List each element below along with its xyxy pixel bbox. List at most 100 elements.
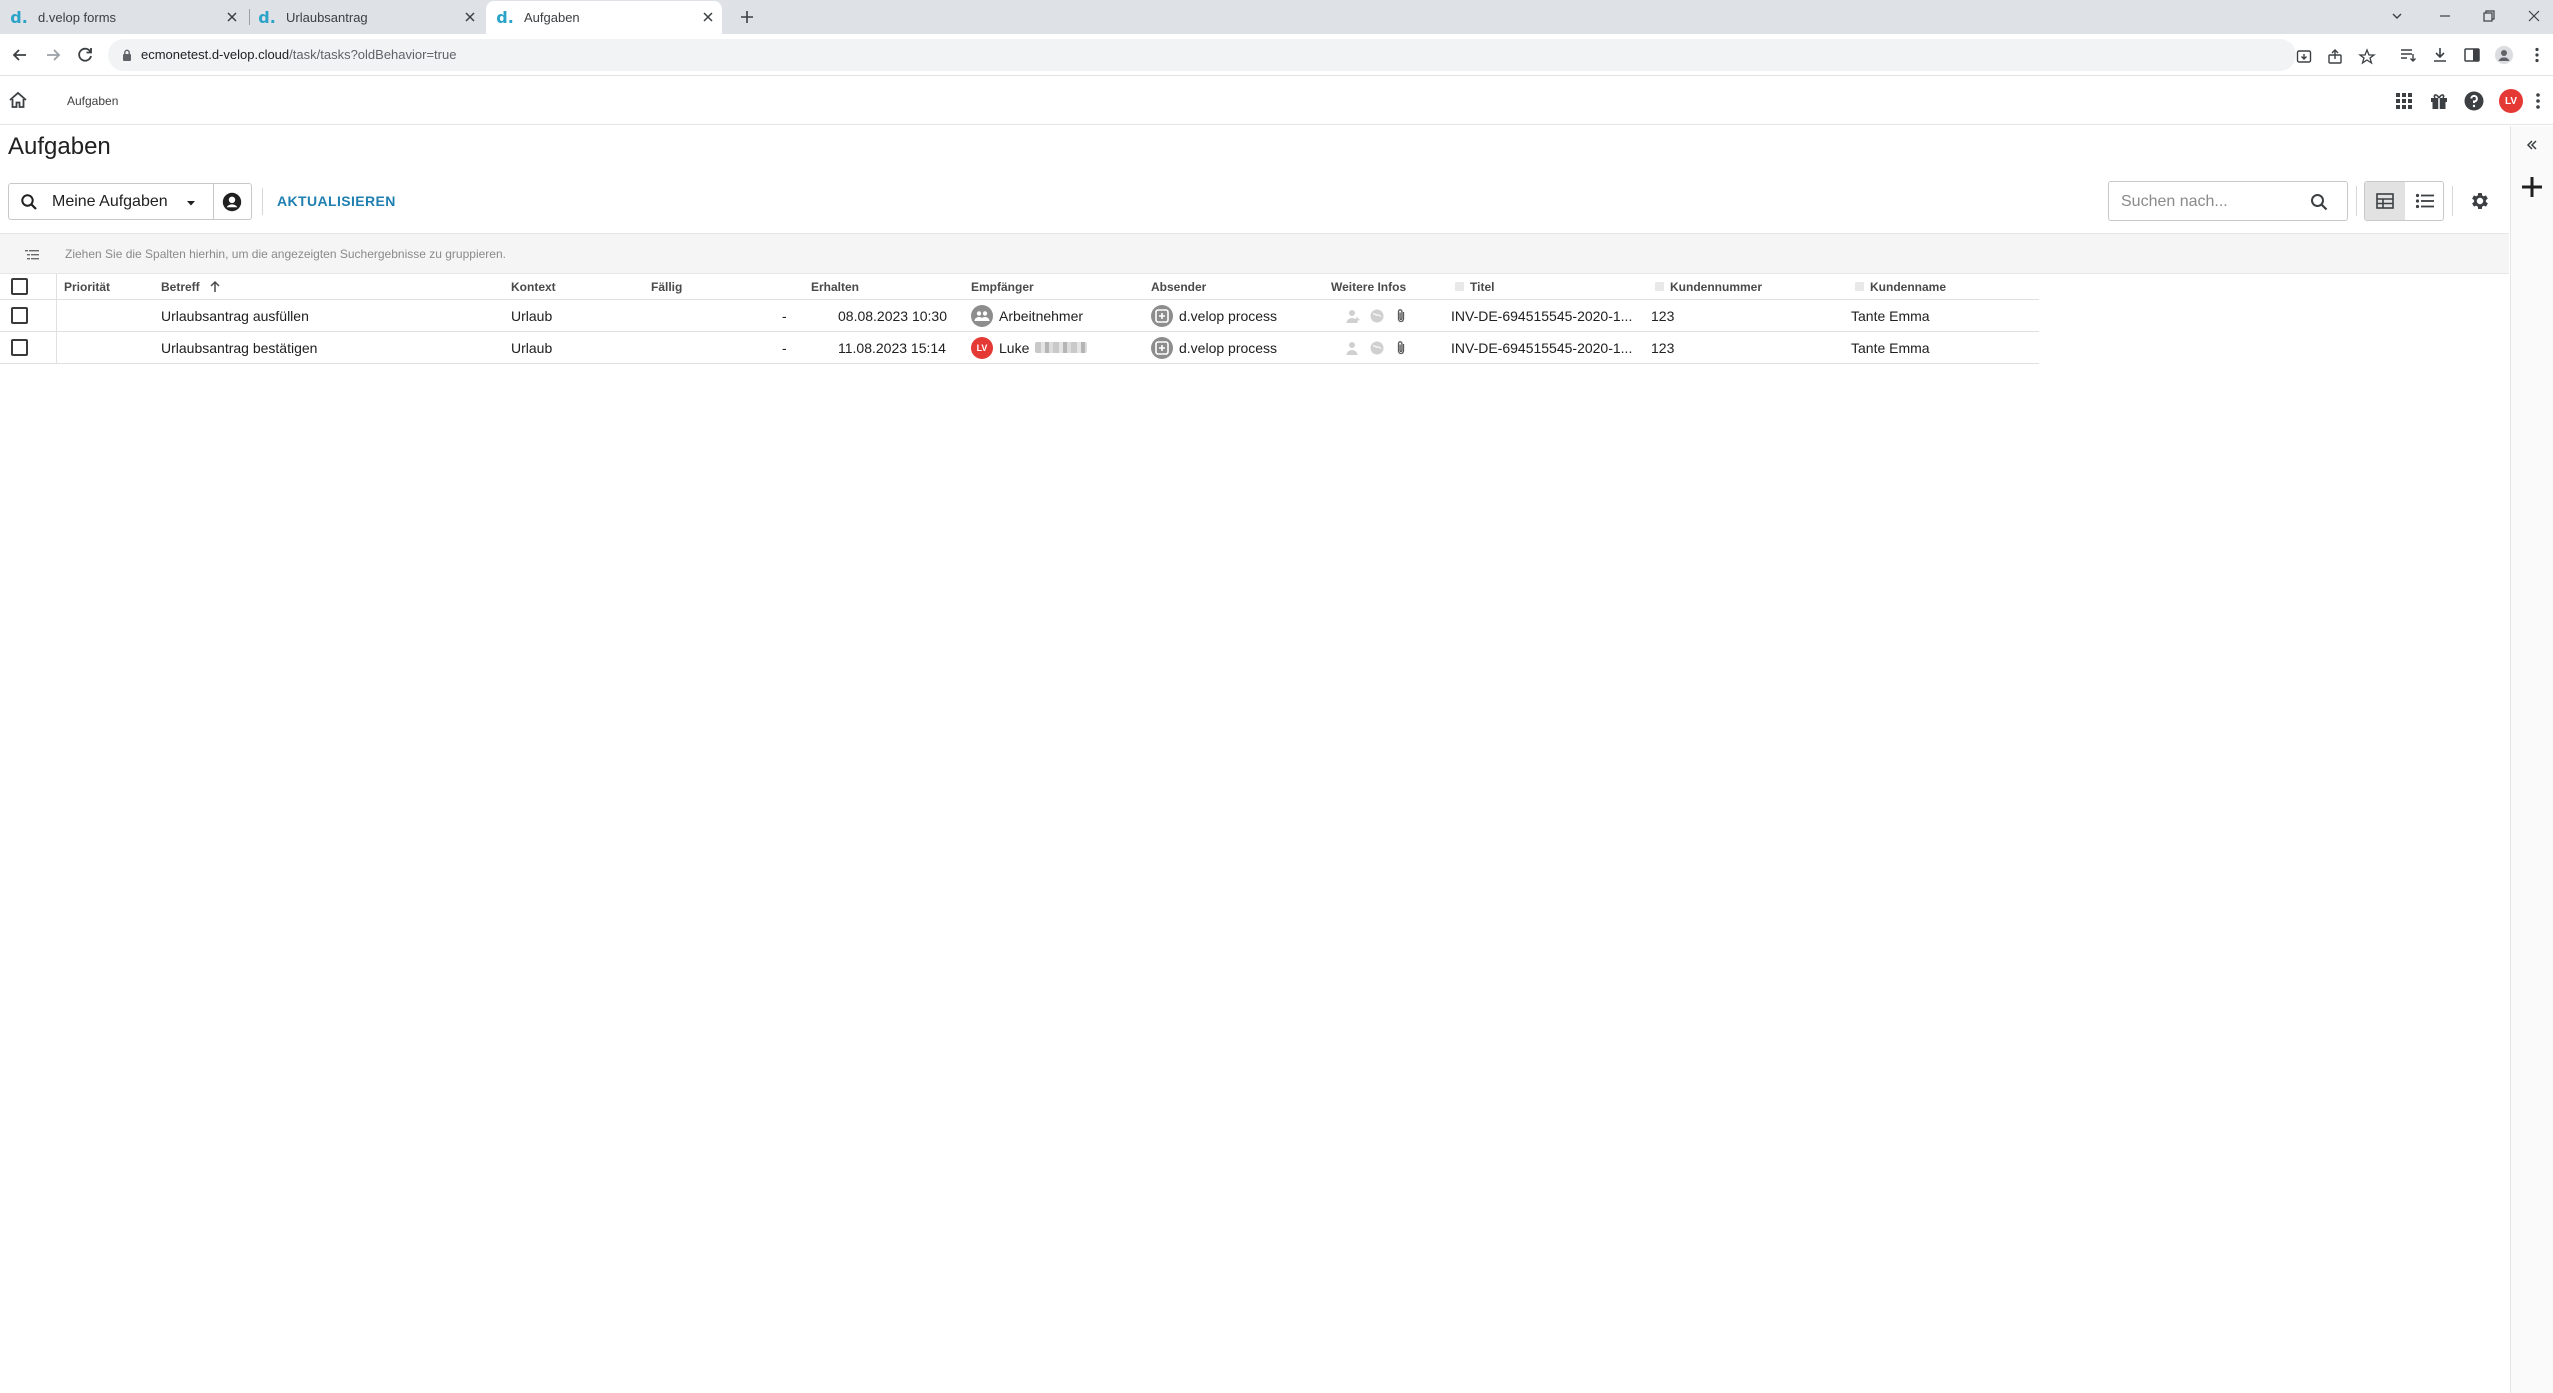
column-header-faellig[interactable]: Fällig xyxy=(651,274,682,299)
cell-kontext: Urlaub xyxy=(511,339,553,356)
search-field[interactable] xyxy=(2108,181,2348,221)
minimize-icon[interactable] xyxy=(2435,6,2455,26)
column-separator xyxy=(56,274,57,299)
close-icon[interactable] xyxy=(224,9,240,25)
task-scope-dropdown[interactable]: Meine Aufgaben xyxy=(8,183,252,220)
browser-toolbar: ecmonetest.d-velop.cloud/task/tasks?oldB… xyxy=(0,34,2553,76)
reading-list-icon[interactable] xyxy=(2398,45,2418,65)
address-bar[interactable]: ecmonetest.d-velop.cloud/task/tasks?oldB… xyxy=(108,39,2376,71)
row-checkbox[interactable] xyxy=(11,339,28,356)
column-header-betreff[interactable]: Betreff xyxy=(161,274,222,299)
cell-betreff[interactable]: Urlaubsantrag bestätigen xyxy=(161,332,317,363)
profile-icon[interactable] xyxy=(2494,45,2514,65)
back-icon[interactable] xyxy=(9,44,31,66)
app-header: Aufgaben LV xyxy=(0,77,2553,125)
custom-field-icon xyxy=(1455,282,1464,291)
column-separator xyxy=(56,300,57,331)
row-checkbox[interactable] xyxy=(11,307,28,324)
cell-absender: d.velop process xyxy=(1151,332,1277,363)
search-input[interactable] xyxy=(2121,192,2301,212)
column-separator xyxy=(56,332,57,363)
cell-betreff[interactable]: Urlaubsantrag ausfüllen xyxy=(161,300,309,331)
group-icon xyxy=(971,304,993,327)
restore-icon[interactable] xyxy=(2479,6,2499,26)
install-app-icon[interactable] xyxy=(2295,48,2313,66)
tab-urlaubsantrag[interactable]: d. Urlaubsantrag xyxy=(252,1,484,34)
collapse-panel-icon[interactable] xyxy=(2523,136,2541,154)
cell-empfaenger: Arbeitnehmer xyxy=(971,300,1083,331)
person-icon xyxy=(1346,341,1358,355)
side-panel-icon[interactable] xyxy=(2462,45,2482,65)
lock-icon[interactable] xyxy=(120,48,134,62)
cell-faellig: - xyxy=(782,339,787,356)
column-header-label: Titel xyxy=(1470,279,1495,294)
select-all-checkbox[interactable] xyxy=(11,278,28,295)
column-header-kontext[interactable]: Kontext xyxy=(511,274,556,299)
group-by-drop-zone[interactable]: Ziehen Sie die Spalten hierhin, um die a… xyxy=(0,233,2509,274)
refresh-button[interactable]: AKTUALISIEREN xyxy=(277,193,396,209)
help-icon[interactable] xyxy=(2463,90,2485,112)
browser-tab-strip: d. d.velop forms d. Urlaubsantrag d. Auf… xyxy=(0,0,2553,34)
table-view-button[interactable] xyxy=(2365,182,2405,220)
column-header-erhalten[interactable]: Erhalten xyxy=(811,274,859,299)
close-icon[interactable] xyxy=(700,9,716,25)
cell-weitere-infos xyxy=(1345,300,1417,331)
attachment-icon[interactable] xyxy=(1393,308,1409,324)
cell-titel: INV-DE-694515545-2020-1... xyxy=(1451,307,1633,324)
reload-icon[interactable] xyxy=(74,44,96,66)
table-row[interactable]: Urlaubsantrag ausfüllen Urlaub - 08.08.2… xyxy=(0,300,2039,332)
close-icon[interactable] xyxy=(462,9,478,25)
more-options-icon[interactable] xyxy=(2530,90,2546,112)
cell-erhalten: 11.08.2023 15:14 xyxy=(838,339,946,356)
cell-kundennummer: 123 xyxy=(1651,307,1675,324)
user-avatar[interactable]: LV xyxy=(2499,89,2523,113)
tab-search-icon[interactable] xyxy=(2387,6,2407,26)
account-circle-icon[interactable] xyxy=(222,192,242,212)
cell-erhalten: 08.08.2023 10:30 xyxy=(838,307,947,324)
column-header-absender[interactable]: Absender xyxy=(1151,274,1206,299)
list-view-icon xyxy=(2415,193,2434,209)
column-header-label: Betreff xyxy=(161,279,200,294)
tab-separator xyxy=(249,9,250,25)
sort-ascending-icon[interactable] xyxy=(208,280,222,294)
add-icon[interactable] xyxy=(2519,174,2545,200)
process-icon xyxy=(1151,304,1173,327)
browser-menu-icon[interactable] xyxy=(2527,45,2547,65)
bookmark-star-icon[interactable] xyxy=(2358,48,2376,66)
tab-dvelop-forms[interactable]: d. d.velop forms xyxy=(10,1,246,34)
new-tab-icon[interactable] xyxy=(737,7,757,27)
column-header-kundenname[interactable]: Kundenname xyxy=(1855,274,1946,299)
divider xyxy=(2356,186,2357,216)
table-row[interactable]: Urlaubsantrag bestätigen Urlaub - 11.08.… xyxy=(0,332,2039,364)
column-header-titel[interactable]: Titel xyxy=(1455,274,1494,299)
column-header-empfaenger[interactable]: Empfänger xyxy=(971,274,1034,299)
dvelop-favicon: d. xyxy=(10,8,28,27)
home-icon[interactable] xyxy=(8,90,28,110)
cell-kundennummer: 123 xyxy=(1651,339,1675,356)
download-icon[interactable] xyxy=(2430,45,2450,65)
tab-title: Urlaubsantrag xyxy=(286,10,368,25)
column-header-weitere-infos[interactable]: Weitere Infos xyxy=(1331,274,1406,299)
close-window-icon[interactable] xyxy=(2524,6,2544,26)
column-header-kundennummer[interactable]: Kundennummer xyxy=(1655,274,1762,299)
sender-name: d.velop process xyxy=(1179,307,1278,324)
search-icon[interactable] xyxy=(2309,192,2329,212)
table-header: Priorität Betreff Kontext Fällig Erhalte… xyxy=(0,274,2039,300)
chevron-down-icon[interactable] xyxy=(183,195,199,211)
right-side-panel xyxy=(2510,126,2553,1393)
gear-icon[interactable] xyxy=(2469,190,2491,212)
apps-grid-icon[interactable] xyxy=(2393,90,2415,112)
view-toggle xyxy=(2364,181,2444,221)
share-icon[interactable] xyxy=(2326,48,2344,66)
custom-field-icon xyxy=(1655,282,1664,291)
tab-aufgaben[interactable]: d. Aufgaben xyxy=(486,1,722,34)
column-header-prioritaet[interactable]: Priorität xyxy=(64,274,110,299)
row-select-cell xyxy=(11,332,28,363)
globe-icon xyxy=(1370,341,1384,354)
list-view-button[interactable] xyxy=(2405,182,2443,220)
attachment-icon[interactable] xyxy=(1393,340,1409,356)
breadcrumb[interactable]: Aufgaben xyxy=(67,94,118,108)
forward-icon[interactable] xyxy=(42,44,64,66)
gift-icon[interactable] xyxy=(2428,90,2450,112)
cell-absender: d.velop process xyxy=(1151,300,1277,331)
